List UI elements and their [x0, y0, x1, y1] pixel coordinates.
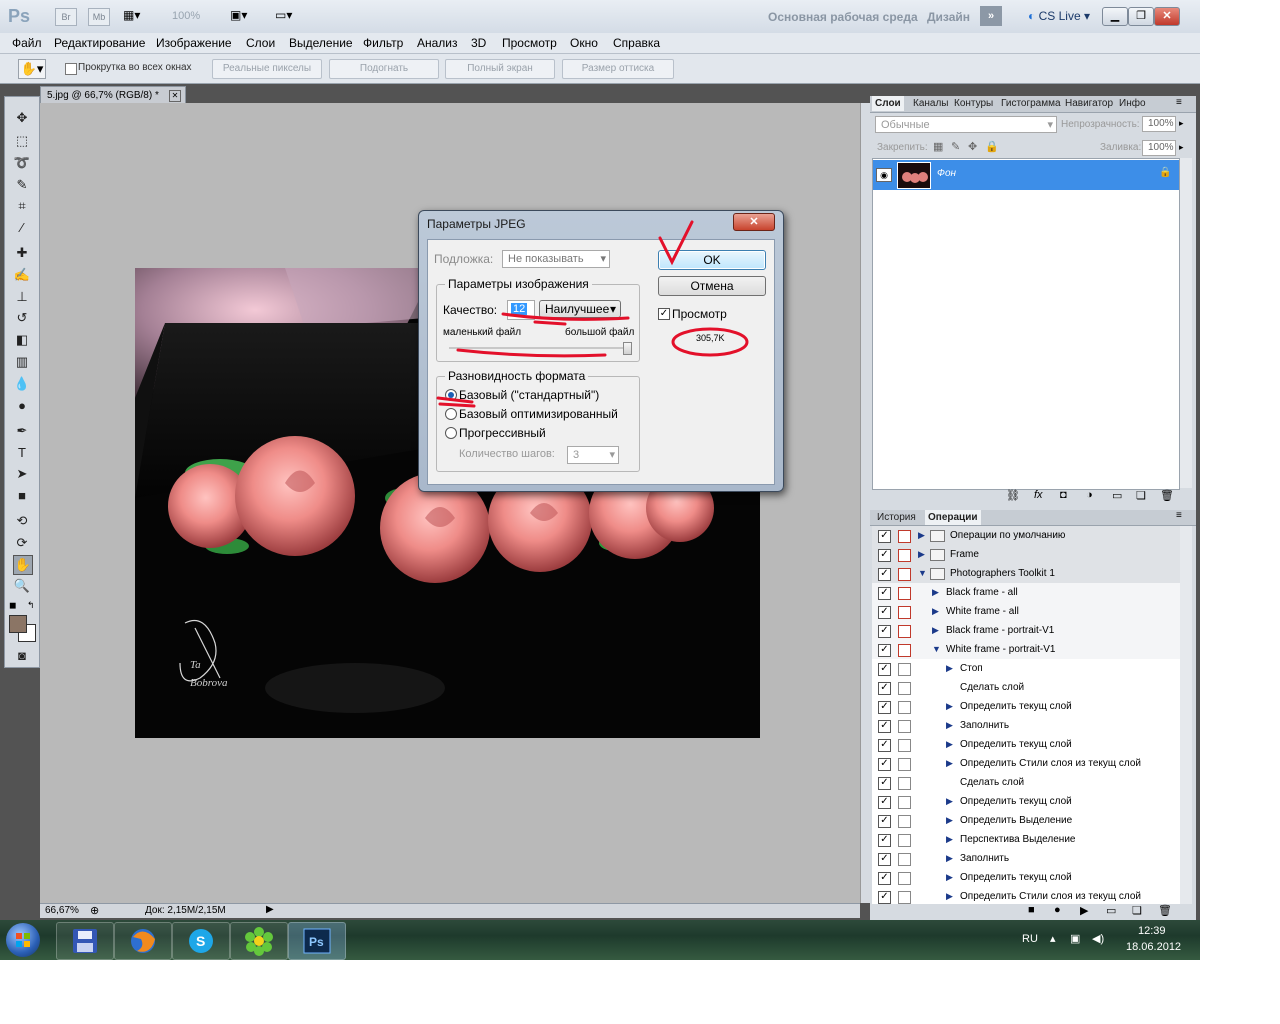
radio-underline-annotation: [436, 396, 474, 404]
clock-date[interactable]: 18.06.2012: [1126, 941, 1181, 953]
svg-text:Ps: Ps: [309, 935, 324, 949]
skype-icon: S: [189, 929, 213, 953]
volume-icon[interactable]: ◀): [1092, 932, 1104, 945]
icq-flower-icon: [245, 927, 273, 956]
circle-annotation: [671, 327, 749, 357]
windows-taskbar: S Ps RU ▴ ▣ ◀) 12:39 18.06.2012: [0, 920, 1200, 960]
radio-underline2-annotation: [438, 402, 476, 408]
taskbar-skype[interactable]: S: [172, 922, 230, 960]
tray-show-icons-icon[interactable]: ▴: [1050, 932, 1056, 945]
language-indicator[interactable]: RU: [1022, 933, 1038, 945]
start-button[interactable]: [6, 923, 40, 957]
photoshop-window: Ps Br Mb ▦▾ 100% ▣▾ ▭▾ Основная рабочая …: [0, 0, 1200, 960]
taskbar-save-app[interactable]: [56, 922, 114, 960]
floppy-disk-icon: [73, 929, 97, 953]
photoshop-icon: Ps: [303, 928, 331, 954]
taskbar-icq[interactable]: [230, 922, 288, 960]
slider-underline-annotation: [456, 348, 607, 358]
red-annotations: [436, 220, 749, 408]
taskbar-firefox[interactable]: [114, 922, 172, 960]
network-icon[interactable]: ▣: [1070, 932, 1080, 945]
firefox-icon: [131, 929, 155, 953]
preset-underline-annotation: [533, 320, 567, 326]
windows-logo-icon: [16, 933, 30, 947]
foreground-color-swatch[interactable]: [9, 615, 27, 633]
checkmark-annotation: [658, 220, 694, 266]
clock-time[interactable]: 12:39: [1138, 925, 1166, 937]
taskbar-photoshop[interactable]: Ps: [288, 922, 346, 960]
quality-underline-annotation: [501, 312, 630, 321]
svg-text:S: S: [196, 933, 205, 949]
